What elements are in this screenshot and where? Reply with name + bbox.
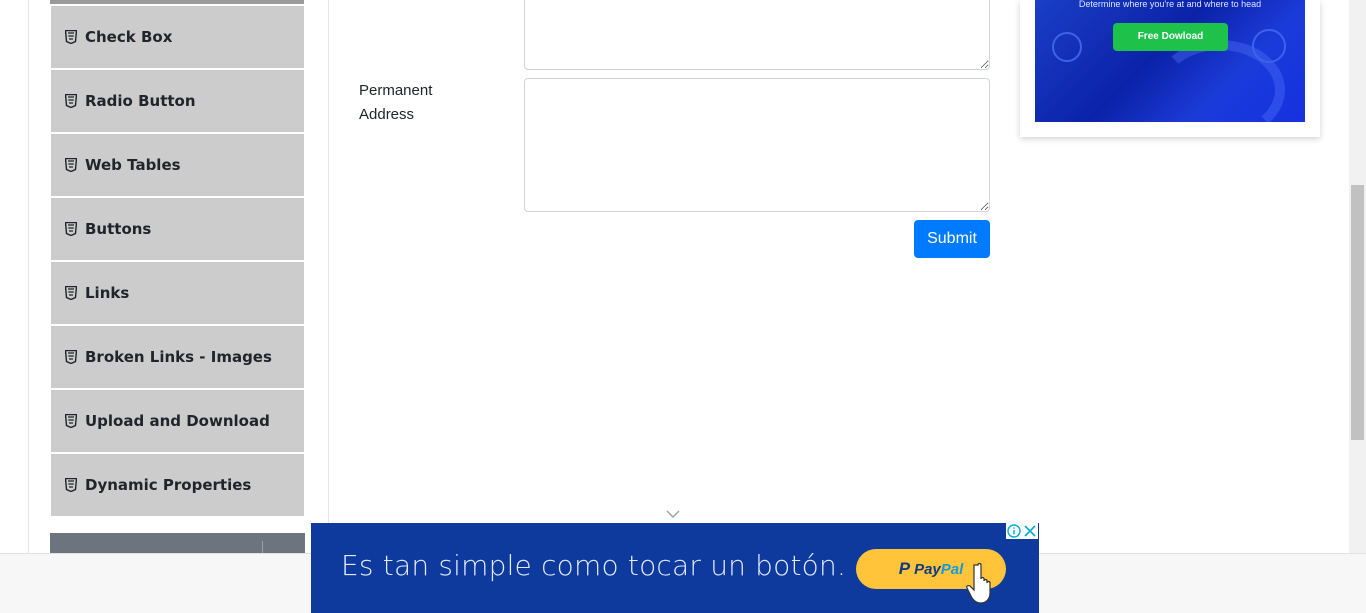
sidebar-item-label: Radio Button	[85, 92, 196, 110]
ad-choices[interactable]	[1006, 523, 1038, 539]
side-ad-card[interactable]: Determine where you're at and where to h…	[1020, 0, 1320, 137]
sidebar-item-web-tables[interactable]: Web Tables	[51, 134, 304, 196]
sidebar-item-buttons[interactable]: Buttons	[51, 198, 304, 260]
timer-icon	[1052, 32, 1082, 62]
sidebar-item-label: Broken Links - Images	[85, 348, 272, 366]
current-address-textarea[interactable]	[524, 0, 990, 70]
sidebar-item-check-box[interactable]: Check Box	[51, 6, 304, 68]
html5-icon	[65, 30, 77, 44]
side-ad-image[interactable]: Determine where you're at and where to h…	[1035, 0, 1305, 122]
rocket-icon	[1252, 29, 1286, 63]
paypal-logo-icon: P	[898, 559, 911, 578]
content-divider	[328, 0, 329, 553]
permanent-address-label-line1: Permanent	[359, 82, 433, 99]
sidebar-item-dynamic-properties[interactable]: Dynamic Properties	[51, 454, 304, 516]
sidebar-item-links[interactable]: Links	[51, 262, 304, 324]
sidebar-item-label: Web Tables	[85, 156, 181, 174]
html5-icon	[65, 350, 77, 364]
side-ad-subtitle: Determine where you're at and where to h…	[1078, 0, 1262, 9]
group-header-divider	[262, 541, 263, 553]
close-icon[interactable]	[1022, 523, 1038, 539]
html5-icon	[65, 158, 77, 172]
free-download-button[interactable]: Free Dowload	[1113, 23, 1228, 51]
ad-headline: Es tan simple como tocar un botón.	[341, 549, 847, 582]
chevron-down-icon[interactable]	[665, 509, 681, 519]
sidebar-item-radio-button[interactable]: Radio Button	[51, 70, 304, 132]
scrollbar-thumb[interactable]	[1351, 185, 1364, 440]
html5-icon	[65, 286, 77, 300]
html5-icon	[65, 478, 77, 492]
sidebar-item-label: Buttons	[85, 220, 152, 238]
paypal-brand-pal: Pal	[940, 560, 964, 578]
html5-icon	[65, 414, 77, 428]
paypal-brand-pay: Pay	[914, 560, 941, 578]
info-icon[interactable]	[1006, 523, 1022, 539]
permanent-address-label: Permanent Address	[359, 79, 432, 127]
sidebar-item-label: Upload and Download	[85, 412, 270, 430]
submit-button[interactable]: Submit	[914, 220, 990, 258]
paypal-banner-ad[interactable]: Es tan simple como tocar un botón. P Pay…	[311, 523, 1039, 613]
sidebar-item-upload-download[interactable]: Upload and Download	[51, 390, 304, 452]
pointing-hand-icon	[966, 562, 991, 604]
html5-icon	[65, 94, 77, 108]
page-border-left	[28, 0, 29, 553]
sidebar-item-label: Links	[85, 284, 130, 302]
menu-top-edge	[50, 0, 304, 4]
sidebar-item-broken-links[interactable]: Broken Links - Images	[51, 326, 304, 388]
sidebar-item-label: Check Box	[85, 28, 173, 46]
permanent-address-textarea[interactable]	[524, 78, 990, 212]
permanent-address-label-line2: Address	[359, 106, 415, 123]
sidebar-group-header[interactable]	[50, 533, 305, 553]
sidebar-item-label: Dynamic Properties	[85, 476, 252, 494]
html5-icon	[65, 222, 77, 236]
